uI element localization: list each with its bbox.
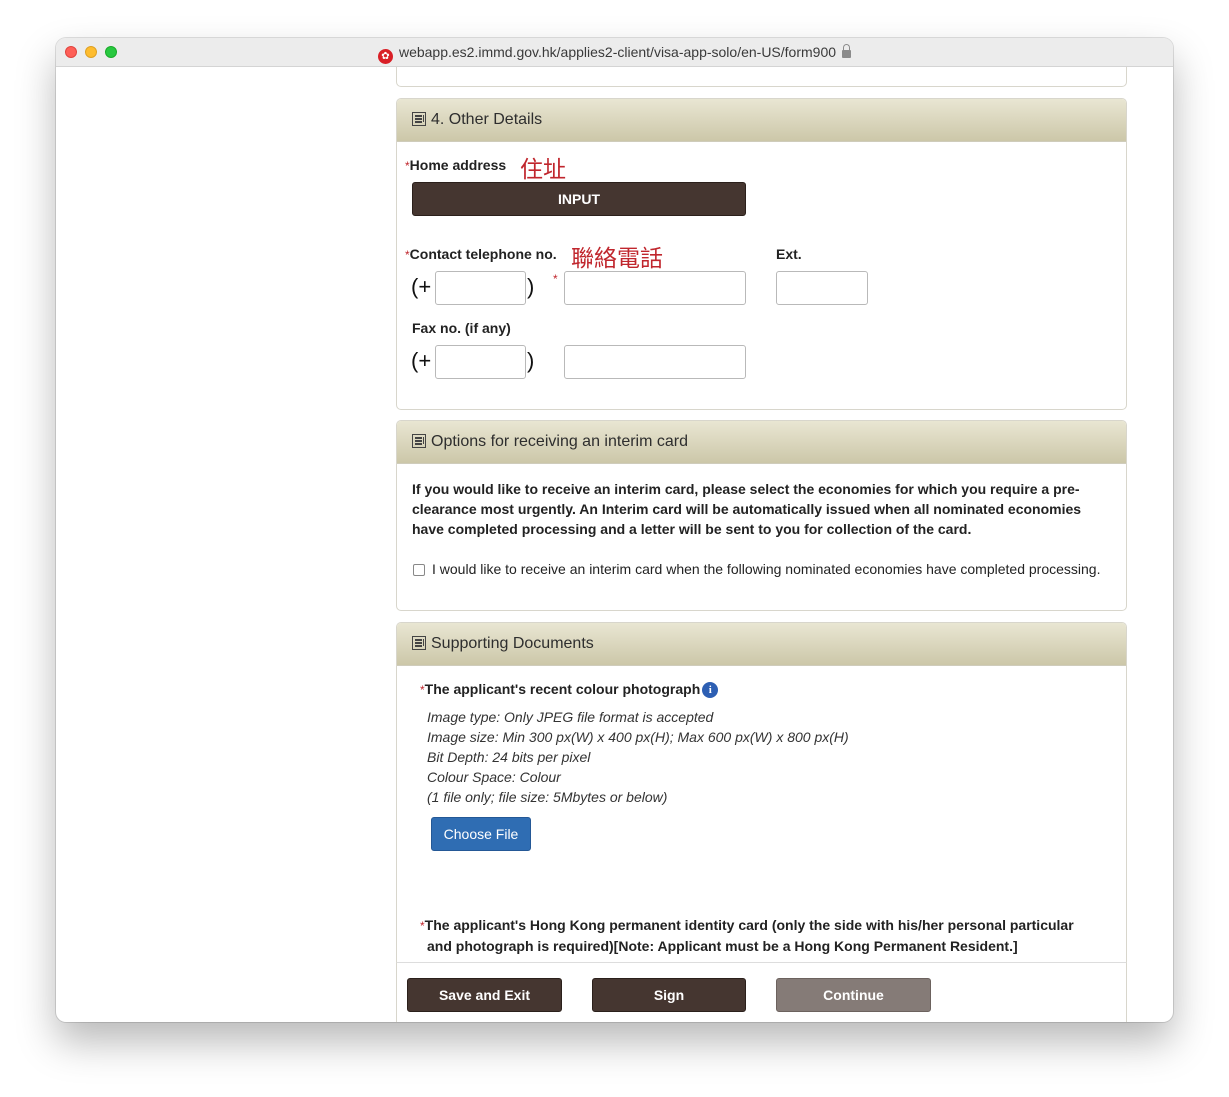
fax-country-code-close: ) [527, 348, 535, 373]
supporting-documents-header: Supporting Documents [397, 623, 1126, 666]
tel-number-required-mark: * [553, 272, 558, 286]
photo-requirement-line: Bit Depth: 24 bits per pixel [427, 749, 591, 765]
other-details-panel: 4. Other Details *Home address 住址 INPUT … [396, 98, 1127, 410]
list-icon [412, 112, 426, 126]
list-icon [412, 434, 426, 448]
info-icon[interactable]: i [702, 682, 719, 698]
browser-window: ✿ webapp.es2.immd.gov.hk/applies2-client/… [56, 38, 1173, 1022]
photo-label-group: *The applicant's recent colour photograp… [420, 681, 719, 699]
choose-file-button[interactable]: Choose File [431, 817, 531, 851]
hkid-label-group: *The applicant's Hong Kong permanent ide… [420, 915, 1110, 957]
fax-label: Fax no. (if any) [412, 320, 511, 336]
other-details-title: 4. Other Details [431, 111, 543, 128]
tel-country-code-input[interactable] [435, 271, 526, 305]
tel-number-input[interactable] [564, 271, 746, 305]
tel-country-code-close: ) [527, 274, 535, 299]
hkid-label-line1: The applicant's Hong Kong permanent iden… [424, 917, 1074, 933]
photo-requirement-line: (1 file only; file size: 5Mbytes or belo… [427, 789, 668, 805]
photo-requirement-line: Colour Space: Colour [427, 769, 561, 785]
interim-card-title: Options for receiving an interim card [431, 433, 688, 450]
tel-country-code-open: (+ [411, 274, 432, 299]
interim-card-panel: Options for receiving an interim card If… [396, 420, 1127, 611]
sign-button[interactable]: Sign [592, 978, 746, 1012]
photo-requirement-line: Image size: Min 300 px(W) x 400 px(H); M… [427, 729, 849, 745]
interim-card-header: Options for receiving an interim card [397, 421, 1126, 464]
interim-card-checkbox-label[interactable]: I would like to receive an interim card … [432, 561, 1100, 577]
contact-tel-zh-label: 聯絡電話 [571, 245, 663, 271]
home-address-zh-label: 住址 [520, 156, 566, 182]
home-address-label-group: *Home address [405, 157, 506, 175]
lock-icon [842, 44, 852, 58]
fax-country-code-open: (+ [411, 348, 432, 373]
home-address-input-button[interactable]: INPUT [412, 182, 746, 216]
list-icon [412, 636, 426, 650]
previous-panel [396, 67, 1127, 87]
title-bar: ✿ webapp.es2.immd.gov.hk/applies2-client/… [56, 38, 1173, 67]
interim-card-checkbox[interactable] [413, 564, 425, 576]
other-details-header: 4. Other Details [397, 99, 1126, 142]
site-favicon-icon: ✿ [377, 49, 393, 64]
fax-number-input[interactable] [564, 345, 746, 379]
url-text: webapp.es2.immd.gov.hk/applies2-client/v… [398, 44, 837, 60]
photo-requirement-line: Image type: Only JPEG file format is acc… [427, 709, 714, 725]
photo-label: The applicant's recent colour photograph [424, 681, 701, 697]
fax-country-code-input[interactable] [435, 345, 526, 379]
footer-action-bar: Save and Exit Sign Continue [396, 962, 1127, 1022]
home-address-label: Home address [409, 157, 507, 173]
photo-requirements: Image type: Only JPEG file format is acc… [427, 707, 849, 807]
hkid-label-line2: and photograph is required)[Note: Applic… [427, 938, 1018, 954]
interim-card-description: If you would like to receive an interim … [412, 481, 1082, 537]
contact-tel-label-group: *Contact telephone no. [405, 246, 557, 264]
address-bar[interactable]: ✿ webapp.es2.immd.gov.hk/applies2-client/… [56, 44, 1173, 64]
save-and-exit-button[interactable]: Save and Exit [407, 978, 562, 1012]
contact-tel-label: Contact telephone no. [409, 246, 557, 262]
supporting-documents-title: Supporting Documents [431, 635, 594, 652]
tel-ext-input[interactable] [776, 271, 868, 305]
page-content[interactable]: 4. Other Details *Home address 住址 INPUT … [56, 67, 1173, 1022]
ext-label: Ext. [776, 246, 802, 262]
continue-button[interactable]: Continue [776, 978, 931, 1012]
